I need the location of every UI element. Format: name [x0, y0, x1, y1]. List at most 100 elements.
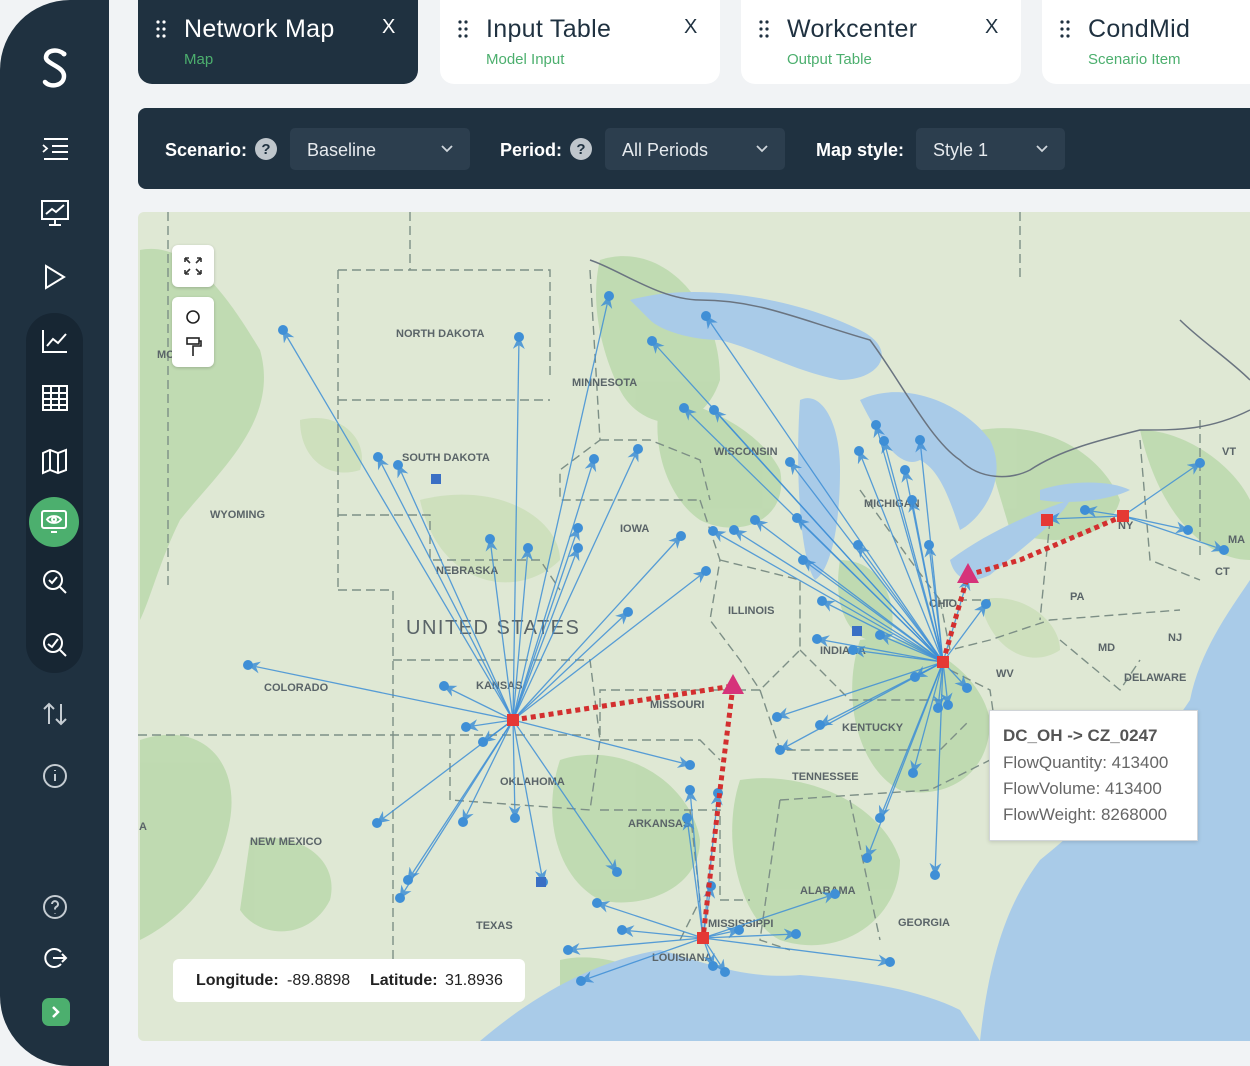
customer-node[interactable]: [439, 681, 449, 691]
customer-node[interactable]: [871, 420, 881, 430]
warehouse-node[interactable]: [852, 626, 862, 636]
customer-node[interactable]: [830, 889, 840, 899]
run-icon[interactable]: [30, 252, 80, 302]
customer-node[interactable]: [1080, 505, 1090, 515]
customer-node[interactable]: [633, 444, 643, 454]
logout-icon[interactable]: [30, 933, 80, 983]
drag-handle-icon[interactable]: [156, 20, 166, 38]
scenario-select[interactable]: Baseline: [290, 128, 470, 170]
customer-node[interactable]: [647, 336, 657, 346]
tab-condmid[interactable]: CondMid Scenario Item: [1042, 0, 1250, 84]
table-icon[interactable]: [30, 373, 80, 423]
customer-node[interactable]: [981, 599, 991, 609]
customer-node[interactable]: [685, 785, 695, 795]
customer-node[interactable]: [729, 525, 739, 535]
sort-icon[interactable]: [30, 689, 80, 739]
customer-node[interactable]: [848, 645, 858, 655]
customer-node[interactable]: [817, 596, 827, 606]
customer-node[interactable]: [372, 818, 382, 828]
map-icon[interactable]: [30, 436, 80, 486]
customer-node[interactable]: [458, 817, 468, 827]
customer-node[interactable]: [395, 893, 405, 903]
customer-node[interactable]: [701, 311, 711, 321]
customer-node[interactable]: [617, 925, 627, 935]
dc-node[interactable]: [697, 932, 709, 944]
customer-node[interactable]: [589, 454, 599, 464]
customer-node[interactable]: [854, 446, 864, 456]
customer-node[interactable]: [685, 760, 695, 770]
customer-node[interactable]: [461, 722, 471, 732]
customer-node[interactable]: [720, 967, 730, 977]
customer-node[interactable]: [708, 961, 718, 971]
customer-node[interactable]: [523, 543, 533, 553]
dc-node[interactable]: [507, 714, 519, 726]
drag-handle-icon[interactable]: [458, 20, 468, 38]
customer-node[interactable]: [573, 543, 583, 553]
customer-node[interactable]: [1183, 525, 1193, 535]
customer-node[interactable]: [924, 540, 934, 550]
help-icon[interactable]: [30, 882, 80, 932]
period-select[interactable]: All Periods: [605, 128, 785, 170]
customer-node[interactable]: [785, 457, 795, 467]
tab-close-button[interactable]: X: [985, 16, 998, 39]
customer-node[interactable]: [623, 607, 633, 617]
customer-node[interactable]: [772, 712, 782, 722]
customer-node[interactable]: [573, 523, 583, 533]
customer-node[interactable]: [907, 495, 917, 505]
fullscreen-button[interactable]: [172, 245, 214, 287]
search-analysis-icon[interactable]: [30, 557, 80, 607]
map-canvas[interactable]: NORTH DAKOTA MINNESOTA SOUTH DAKOTA WYOM…: [138, 212, 1250, 1041]
network-view-icon[interactable]: [29, 497, 79, 547]
customer-node[interactable]: [750, 515, 760, 525]
scenario-help-icon[interactable]: ?: [255, 138, 277, 160]
customer-node[interactable]: [510, 813, 520, 823]
customer-node[interactable]: [1195, 458, 1205, 468]
dc-node[interactable]: [1041, 514, 1053, 526]
customer-node[interactable]: [485, 534, 495, 544]
customer-node[interactable]: [915, 435, 925, 445]
tab-network-map[interactable]: Network Map Map X: [138, 0, 418, 84]
dc-node[interactable]: [1117, 510, 1129, 522]
customer-node[interactable]: [815, 720, 825, 730]
customer-node[interactable]: [791, 929, 801, 939]
tab-close-button[interactable]: X: [684, 16, 697, 39]
customer-node[interactable]: [604, 291, 614, 301]
customer-node[interactable]: [853, 540, 863, 550]
circle-tool-icon[interactable]: [186, 310, 200, 324]
customer-node[interactable]: [576, 976, 586, 986]
network-map[interactable]: NORTH DAKOTA MINNESOTA SOUTH DAKOTA WYOM…: [138, 212, 1250, 1041]
customer-node[interactable]: [792, 513, 802, 523]
search-check-icon[interactable]: [30, 620, 80, 670]
warehouse-node[interactable]: [536, 877, 546, 887]
customer-node[interactable]: [701, 566, 711, 576]
customer-node[interactable]: [682, 813, 692, 823]
customer-node[interactable]: [278, 325, 288, 335]
customer-node[interactable]: [943, 700, 953, 710]
customer-node[interactable]: [908, 768, 918, 778]
expand-sidebar-button[interactable]: [42, 998, 70, 1026]
customer-node[interactable]: [875, 630, 885, 640]
paint-roller-icon[interactable]: [186, 337, 202, 356]
customer-node[interactable]: [775, 745, 785, 755]
customer-node[interactable]: [514, 332, 524, 342]
customer-node[interactable]: [592, 898, 602, 908]
customer-node[interactable]: [900, 465, 910, 475]
customer-node[interactable]: [862, 853, 872, 863]
customer-node[interactable]: [812, 634, 822, 644]
customer-node[interactable]: [708, 526, 718, 536]
customer-node[interactable]: [930, 870, 940, 880]
customer-node[interactable]: [243, 660, 253, 670]
analytics-icon[interactable]: [30, 316, 80, 366]
period-help-icon[interactable]: ?: [570, 138, 592, 160]
customer-node[interactable]: [612, 867, 622, 877]
customer-node[interactable]: [962, 683, 972, 693]
customer-node[interactable]: [1219, 545, 1229, 555]
dashboard-icon[interactable]: [30, 188, 80, 238]
customer-node[interactable]: [563, 945, 573, 955]
customer-node[interactable]: [679, 403, 689, 413]
drag-handle-icon[interactable]: [759, 20, 769, 38]
customer-node[interactable]: [373, 452, 383, 462]
warehouse-node[interactable]: [431, 474, 441, 484]
customer-node[interactable]: [393, 460, 403, 470]
drag-handle-icon[interactable]: [1060, 20, 1070, 38]
